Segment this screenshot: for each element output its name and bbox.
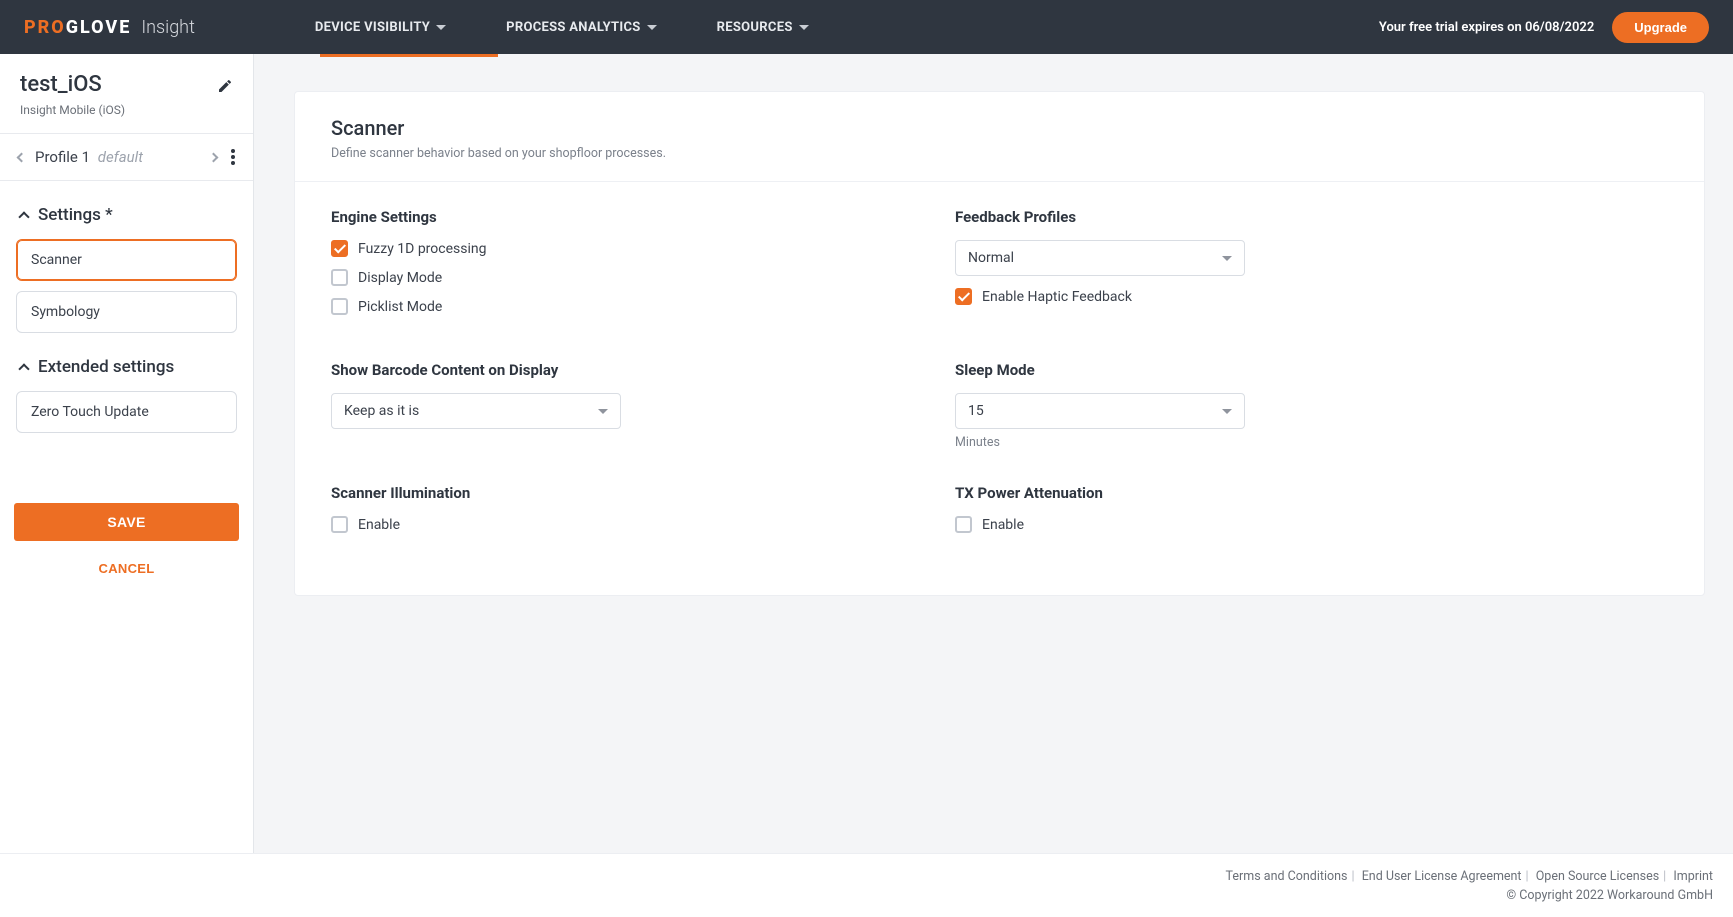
tx-power-group: TX Power Attenuation Enable	[955, 484, 1499, 545]
tab-indicator	[320, 54, 498, 57]
feedback-select[interactable]: Normal	[955, 240, 1245, 276]
chevron-down-icon	[1222, 256, 1232, 261]
chevron-down-icon	[1222, 409, 1232, 414]
link-terms[interactable]: Terms and Conditions	[1226, 869, 1348, 884]
select-value: Normal	[968, 250, 1014, 266]
link-eula[interactable]: End User License Agreement	[1362, 869, 1522, 884]
chevron-up-icon	[18, 363, 29, 374]
brand: PROGLOVE Insight	[24, 17, 195, 38]
checkbox-icon	[331, 298, 348, 315]
brand-logo: PROGLOVE	[24, 17, 131, 38]
link-imprint[interactable]: Imprint	[1673, 869, 1713, 884]
nav-resources[interactable]: RESOURCES	[717, 20, 809, 35]
top-nav: DEVICE VISIBILITY PROCESS ANALYTICS RESO…	[315, 20, 1379, 35]
sleep-select[interactable]: 15	[955, 393, 1245, 429]
barcode-heading: Show Barcode Content on Display	[331, 361, 875, 379]
settings-heading-label: Settings *	[38, 205, 113, 225]
settings-heading[interactable]: Settings *	[0, 181, 253, 239]
scanner-panel: Scanner Define scanner behavior based on…	[294, 91, 1705, 596]
chevron-down-icon	[799, 25, 809, 30]
footer-copyright: © Copyright 2022 Workaround GmbH	[1506, 888, 1713, 903]
checkbox-icon	[331, 269, 348, 286]
chevron-up-icon	[18, 211, 29, 222]
barcode-content-group: Show Barcode Content on Display Keep as …	[331, 361, 875, 450]
trial-text: Your free trial expires on 06/08/2022	[1379, 20, 1594, 35]
checkbox-label: Enable	[358, 517, 400, 533]
checkbox-icon	[955, 288, 972, 305]
panel-title: Scanner	[331, 116, 1668, 140]
select-value: 15	[968, 403, 984, 419]
scanner-illumination-group: Scanner Illumination Enable	[331, 484, 875, 545]
checkbox-illumination-enable[interactable]: Enable	[331, 516, 875, 533]
page-subtitle: Insight Mobile (iOS)	[0, 103, 253, 133]
pencil-icon[interactable]	[217, 78, 233, 94]
nav-label: DEVICE VISIBILITY	[315, 20, 430, 35]
sleep-mode-group: Sleep Mode 15 Minutes	[955, 361, 1499, 450]
nav-process-analytics[interactable]: PROCESS ANALYTICS	[506, 20, 656, 35]
select-value: Keep as it is	[344, 403, 419, 419]
footer: Terms and Conditions| End User License A…	[0, 853, 1733, 917]
checkbox-label: Display Mode	[358, 270, 442, 286]
nav-label: PROCESS ANALYTICS	[506, 20, 640, 35]
sidebar: test_iOS Insight Mobile (iOS) Profile 1 …	[0, 54, 254, 853]
checkbox-icon	[331, 240, 348, 257]
feedback-heading: Feedback Profiles	[955, 208, 1499, 226]
cancel-button[interactable]: CANCEL	[14, 541, 239, 580]
main: Scanner Define scanner behavior based on…	[254, 54, 1733, 853]
extended-heading-label: Extended settings	[38, 357, 174, 377]
feedback-profiles-group: Feedback Profiles Normal Enable Haptic F…	[955, 208, 1499, 327]
checkbox-label: Enable	[982, 517, 1024, 533]
kebab-menu[interactable]	[231, 149, 235, 165]
checkbox-picklist-mode[interactable]: Picklist Mode	[331, 298, 875, 315]
brand-sub: Insight	[141, 17, 195, 38]
checkbox-display-mode[interactable]: Display Mode	[331, 269, 875, 286]
trial-area: Your free trial expires on 06/08/2022 Up…	[1379, 12, 1709, 43]
checkbox-label: Enable Haptic Feedback	[982, 289, 1132, 305]
engine-settings-group: Engine Settings Fuzzy 1D processing Disp…	[331, 208, 875, 327]
sidebar-item-zero-touch[interactable]: Zero Touch Update	[16, 391, 237, 433]
profile-label: Profile 1	[35, 148, 90, 166]
chevron-down-icon	[598, 409, 608, 414]
sleep-unit: Minutes	[955, 435, 1499, 450]
chevron-down-icon	[436, 25, 446, 30]
brand-accent: PRO	[24, 17, 66, 38]
extended-heading[interactable]: Extended settings	[0, 333, 253, 391]
app-header: PROGLOVE Insight DEVICE VISIBILITY PROCE…	[0, 0, 1733, 54]
nav-label: RESOURCES	[717, 20, 793, 35]
brand-rest: GLOVE	[66, 17, 132, 38]
tx-heading: TX Power Attenuation	[955, 484, 1499, 502]
checkbox-label: Picklist Mode	[358, 299, 442, 315]
page-title: test_iOS	[20, 72, 102, 97]
profile-prev[interactable]: Profile 1 default	[18, 148, 143, 166]
nav-device-visibility[interactable]: DEVICE VISIBILITY	[315, 20, 446, 35]
profile-default: default	[98, 148, 143, 166]
checkbox-tx-enable[interactable]: Enable	[955, 516, 1499, 533]
profile-row: Profile 1 default	[0, 134, 253, 181]
link-oss[interactable]: Open Source Licenses	[1536, 869, 1659, 884]
chevron-down-icon	[647, 25, 657, 30]
checkbox-haptic-feedback[interactable]: Enable Haptic Feedback	[955, 288, 1499, 305]
illumination-heading: Scanner Illumination	[331, 484, 875, 502]
chevron-left-icon	[17, 152, 27, 162]
checkbox-icon	[955, 516, 972, 533]
checkbox-icon	[331, 516, 348, 533]
chevron-right-icon[interactable]	[209, 152, 219, 162]
checkbox-label: Fuzzy 1D processing	[358, 241, 486, 257]
footer-links: Terms and Conditions| End User License A…	[1226, 869, 1713, 884]
sidebar-item-symbology[interactable]: Symbology	[16, 291, 237, 333]
sleep-heading: Sleep Mode	[955, 361, 1499, 379]
panel-description: Define scanner behavior based on your sh…	[331, 146, 1668, 161]
checkbox-fuzzy-1d[interactable]: Fuzzy 1D processing	[331, 240, 875, 257]
engine-heading: Engine Settings	[331, 208, 875, 226]
save-button[interactable]: SAVE	[14, 503, 239, 541]
upgrade-button[interactable]: Upgrade	[1612, 12, 1709, 43]
barcode-select[interactable]: Keep as it is	[331, 393, 621, 429]
sidebar-item-scanner[interactable]: Scanner	[16, 239, 237, 281]
